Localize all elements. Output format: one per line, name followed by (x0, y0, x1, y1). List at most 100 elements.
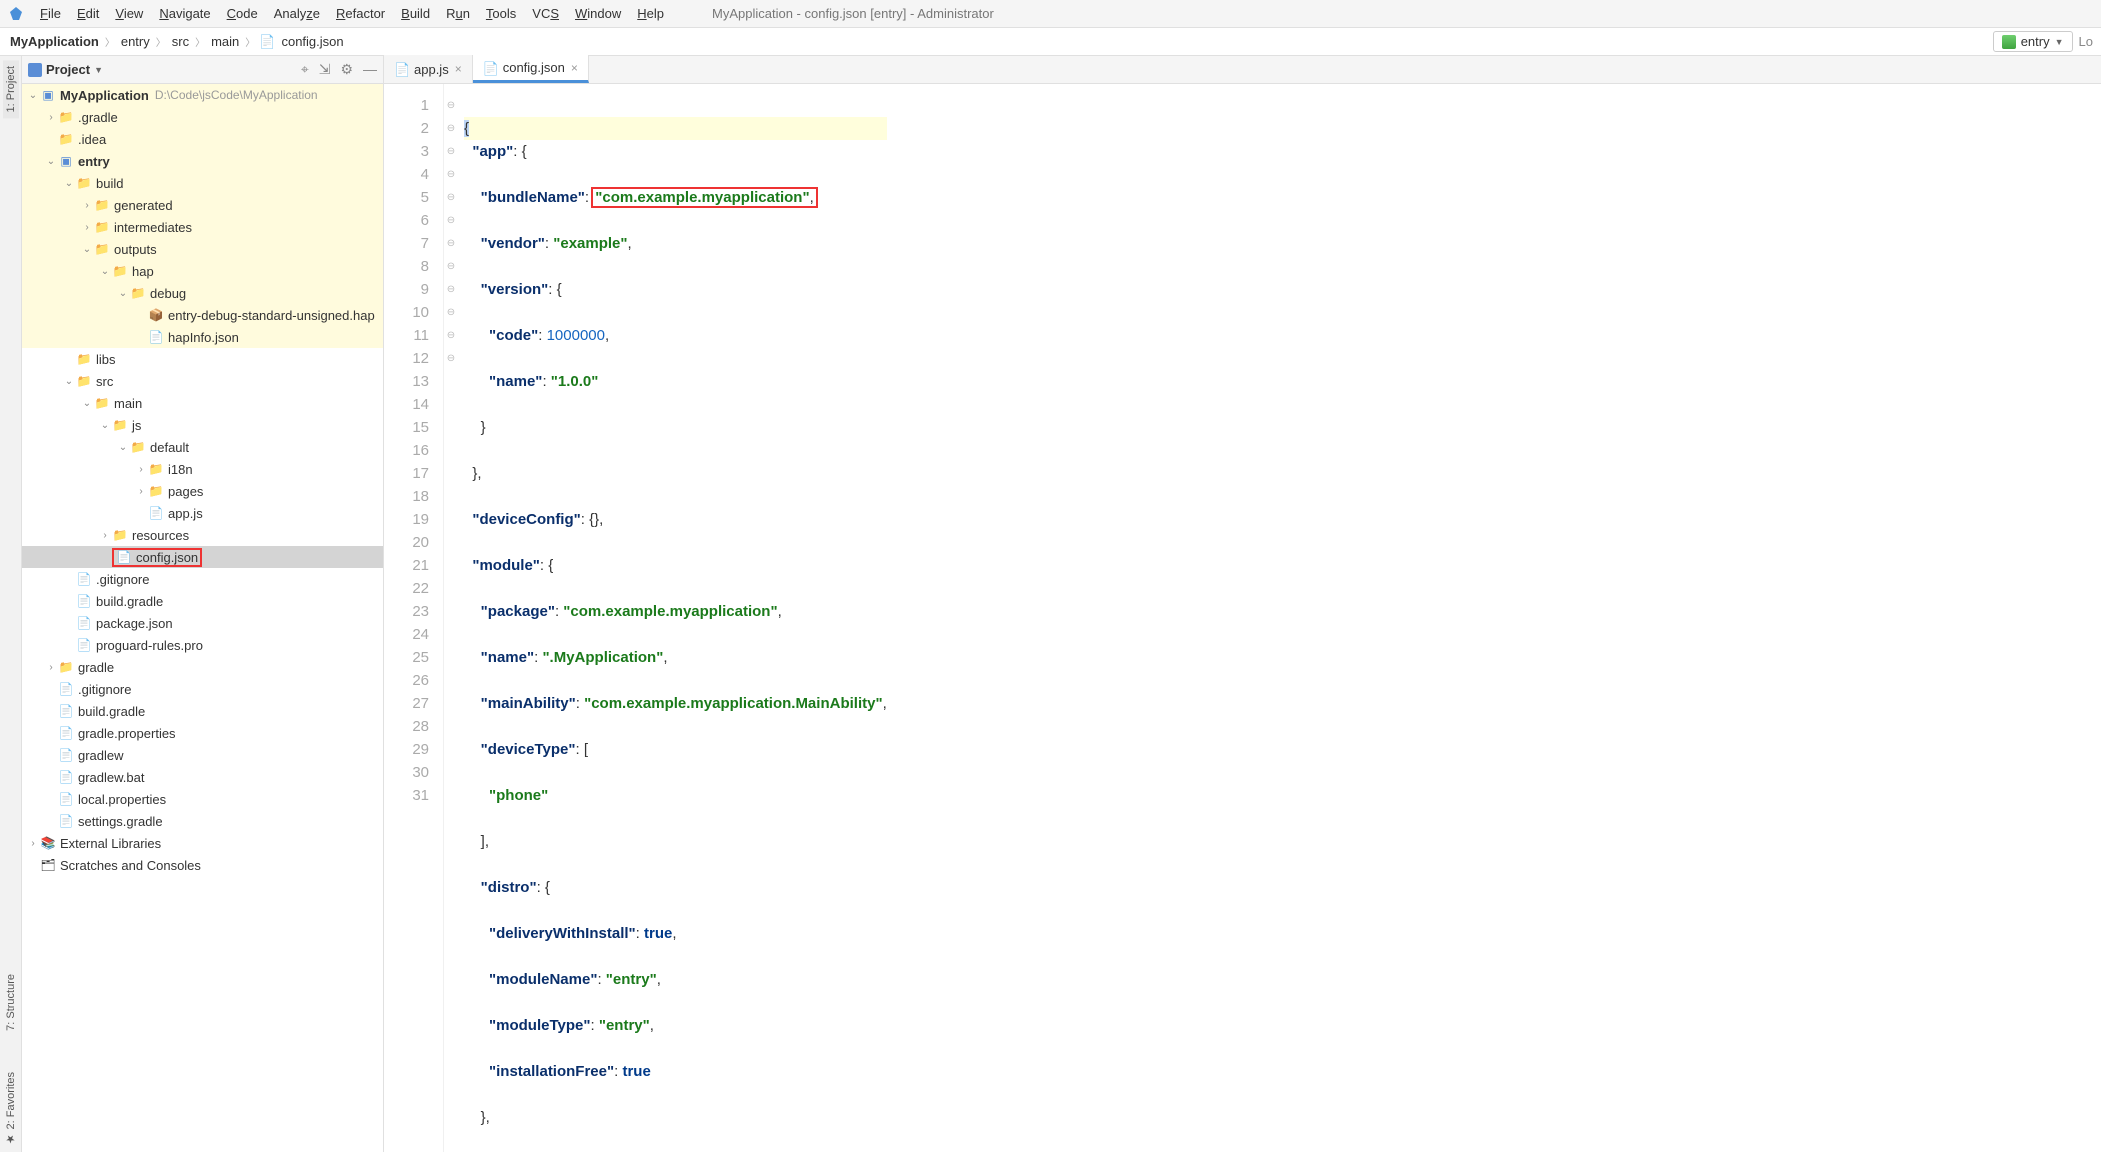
crumb-module[interactable]: entry (119, 32, 152, 51)
editor-tab-appjs[interactable]: 📄 app.js × (384, 55, 473, 83)
tree-root-gitignore[interactable]: 📄.gitignore (22, 678, 383, 700)
folder-icon: 📁 (148, 484, 164, 498)
code-content[interactable]: { "app": { "bundleName": "com.example.my… (458, 84, 887, 1152)
scratches-icon: 🗂 (40, 858, 56, 872)
tree-i18n[interactable]: ›📁i18n (22, 458, 383, 480)
json-file-icon: 📄 (483, 61, 497, 75)
menu-help[interactable]: Help (629, 3, 672, 24)
tree-intermediates[interactable]: ›📁intermediates (22, 216, 383, 238)
menu-analyze[interactable]: Analyze (266, 3, 328, 24)
tree-external-libraries[interactable]: ›📚External Libraries (22, 832, 383, 854)
chevron-right-icon: 〉 (156, 34, 166, 49)
tree-appjs[interactable]: 📄app.js (22, 502, 383, 524)
code-editor[interactable]: 1234567891011121314151617181920212223242… (384, 84, 2101, 1152)
tree-default[interactable]: ⌄📁default (22, 436, 383, 458)
file-icon: 📄 (76, 638, 92, 652)
menu-tools[interactable]: Tools (478, 3, 524, 24)
tree-build[interactable]: ⌄📁build (22, 172, 383, 194)
tool-tab-project[interactable]: 1: Project (3, 60, 19, 118)
tree-resources[interactable]: ›📁resources (22, 524, 383, 546)
crumb-main[interactable]: main (209, 32, 241, 51)
menu-view[interactable]: View (107, 3, 151, 24)
tree-build-gradle[interactable]: 📄build.gradle (22, 590, 383, 612)
file-icon: 📄 (76, 572, 92, 586)
tree-pages[interactable]: ›📁pages (22, 480, 383, 502)
tree-src[interactable]: ⌄📁src (22, 370, 383, 392)
tree-settings-gradle[interactable]: 📄settings.gradle (22, 810, 383, 832)
tree-hap[interactable]: ⌄📁hap (22, 260, 383, 282)
tree-gradle-dir[interactable]: ›📁.gradle (22, 106, 383, 128)
tree-libs[interactable]: 📁libs (22, 348, 383, 370)
menu-run[interactable]: Run (438, 3, 478, 24)
tree-entry[interactable]: ⌄▣entry (22, 150, 383, 172)
navbar: MyApplication 〉 entry 〉 src 〉 main 〉 📄 c… (0, 28, 2101, 56)
tree-root-buildgradle[interactable]: 📄build.gradle (22, 700, 383, 722)
tab-label: config.json (503, 60, 565, 75)
crumb-project[interactable]: MyApplication (8, 32, 101, 51)
json-file-icon: 📄 (259, 34, 275, 50)
tree-main[interactable]: ⌄📁main (22, 392, 383, 414)
tree-hapinfo[interactable]: 📄hapInfo.json (22, 326, 383, 348)
tree-proguard[interactable]: 📄proguard-rules.pro (22, 634, 383, 656)
tree-scratches[interactable]: 🗂Scratches and Consoles (22, 854, 383, 876)
close-tab-icon[interactable]: × (571, 61, 578, 75)
project-tree[interactable]: ⌄▣MyApplicationD:\Code\jsCode\MyApplicat… (22, 84, 383, 1152)
tree-config-json[interactable]: 📄config.json (22, 546, 383, 568)
project-panel: Project ▼ ⌖ ⇲ ⚙ — ⌄▣MyApplicationD:\Code… (22, 56, 384, 1152)
tree-root[interactable]: ⌄▣MyApplicationD:\Code\jsCode\MyApplicat… (22, 84, 383, 106)
menu-vcs[interactable]: VCS (524, 3, 567, 24)
tree-hap-file[interactable]: 📦entry-debug-standard-unsigned.hap (22, 304, 383, 326)
expand-all-icon[interactable]: ⇲ (319, 61, 331, 78)
crumb-file[interactable]: config.json (279, 32, 345, 51)
tree-debug[interactable]: ⌄📁debug (22, 282, 383, 304)
project-view-icon (28, 63, 42, 77)
folder-icon: 📁 (112, 264, 128, 278)
crumb-src[interactable]: src (170, 32, 191, 51)
tree-gitignore[interactable]: 📄.gitignore (22, 568, 383, 590)
gradle-file-icon: 📄 (76, 594, 92, 608)
menu-refactor[interactable]: Refactor (328, 3, 393, 24)
menu-navigate[interactable]: Navigate (151, 3, 218, 24)
tool-window-strip-left: 1: Project 7: Structure ★ 2: Favorites (0, 56, 22, 1152)
menu-window[interactable]: Window (567, 3, 629, 24)
hide-panel-icon[interactable]: — (363, 61, 377, 78)
tree-gradlew[interactable]: 📄gradlew (22, 744, 383, 766)
menu-edit[interactable]: Edit (69, 3, 107, 24)
tree-gradlew-bat[interactable]: 📄gradlew.bat (22, 766, 383, 788)
json-file-icon: 📄 (76, 616, 92, 630)
tree-outputs[interactable]: ⌄📁outputs (22, 238, 383, 260)
dropdown-arrow-icon[interactable]: ▼ (94, 65, 103, 75)
tree-local-props[interactable]: 📄local.properties (22, 788, 383, 810)
fold-gutter[interactable]: ⊖⊖⊖ ⊖⊖⊖ ⊖⊖⊖⊖⊖⊖ (444, 84, 458, 1152)
gear-icon[interactable]: ⚙ (340, 61, 353, 78)
chevron-right-icon: 〉 (105, 34, 115, 49)
folder-icon: 📁 (58, 132, 74, 146)
json-file-icon: 📄 (148, 330, 164, 344)
run-config-selector[interactable]: entry ▼ (1993, 31, 2073, 52)
tool-tab-favorites[interactable]: ★ 2: Favorites (2, 1066, 19, 1152)
line-number-gutter: 1234567891011121314151617181920212223242… (384, 84, 444, 1152)
menu-code[interactable]: Code (219, 3, 266, 24)
editor-tabs: 📄 app.js × 📄 config.json × (384, 56, 2101, 84)
module-icon: ▣ (58, 154, 74, 168)
menu-file[interactable]: FFileile (32, 3, 69, 24)
folder-icon: 📁 (112, 528, 128, 542)
tree-gradle[interactable]: ›📁gradle (22, 656, 383, 678)
properties-file-icon: 📄 (58, 792, 74, 806)
editor-tab-config[interactable]: 📄 config.json × (473, 55, 589, 83)
library-icon: 📚 (40, 836, 56, 850)
tree-generated[interactable]: ›📁generated (22, 194, 383, 216)
app-logo-icon (8, 6, 24, 22)
tree-js[interactable]: ⌄📁js (22, 414, 383, 436)
dropdown-arrow-icon: ▼ (2055, 37, 2064, 47)
close-tab-icon[interactable]: × (455, 62, 462, 76)
chevron-right-icon: 〉 (195, 34, 205, 49)
main-area: 1: Project 7: Structure ★ 2: Favorites P… (0, 56, 2101, 1152)
tree-package-json[interactable]: 📄package.json (22, 612, 383, 634)
folder-icon: 📁 (148, 462, 164, 476)
tree-gradle-props[interactable]: 📄gradle.properties (22, 722, 383, 744)
menu-build[interactable]: Build (393, 3, 438, 24)
tool-tab-structure[interactable]: 7: Structure (3, 968, 19, 1037)
locate-icon[interactable]: ⌖ (301, 61, 309, 78)
tree-idea-dir[interactable]: 📁.idea (22, 128, 383, 150)
